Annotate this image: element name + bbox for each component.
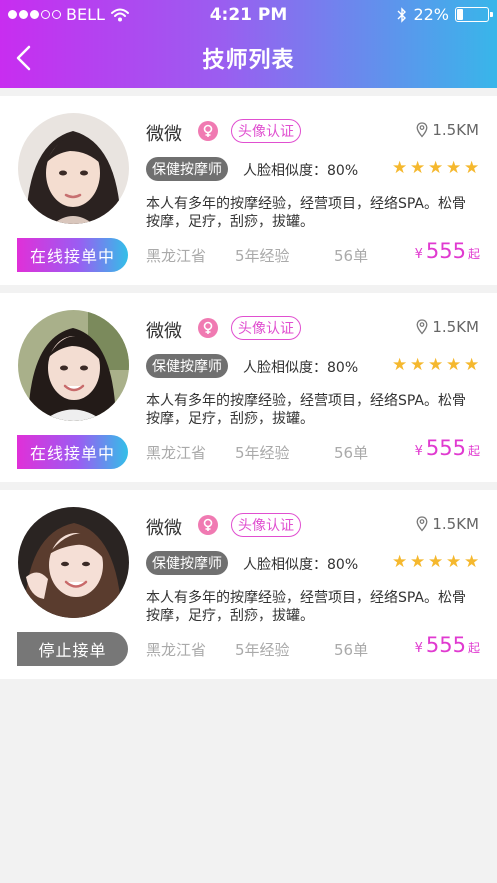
star-icon: ★ [464, 552, 480, 572]
technician-card[interactable]: 在线接单中 微微 头像认证 1.5KM 保健按摩师 人脸相似度：80% ★ ★ ★ ★… [0, 96, 497, 285]
price-currency: ¥ [414, 641, 423, 656]
distance-value: 1.5KM [432, 121, 479, 139]
price: ¥ 555 起 [415, 239, 480, 263]
star-icon: ★ [446, 355, 462, 375]
face-similarity: 人脸相似度：80% [243, 163, 359, 179]
price: ¥ 555 起 [415, 633, 480, 657]
technician-name: 微微 [146, 518, 182, 539]
price-currency: ¥ [414, 247, 423, 262]
technician-description: 本人有多年的按摩经验，经营项目，经络SPA。松骨按摩，足疗，刮痧，拔罐。 [146, 196, 467, 230]
battery-percent: 22% [413, 5, 449, 24]
status-bar-right: 22% [397, 5, 493, 24]
price-suffix: 起 [467, 444, 480, 458]
rating-stars: ★ ★ ★ ★ ★ [392, 355, 480, 375]
star-icon: ★ [428, 355, 444, 375]
technician-description: 本人有多年的按摩经验，经营项目，经络SPA。松骨按摩，足疗，刮痧，拔罐。 [146, 393, 467, 427]
avatar-verified-badge: 头像认证 [231, 513, 301, 537]
experience: 5年经验 [235, 444, 290, 462]
role-badge: 保健按摩师 [146, 551, 228, 575]
technician-card[interactable]: 停止接单 微微 头像认证 1.5KM 保健按摩师 人脸相似度：80% ★ ★ ★ ★ ★… [0, 490, 497, 679]
star-icon: ★ [392, 158, 408, 178]
avatar[interactable] [18, 310, 129, 421]
distance-value: 1.5KM [432, 515, 479, 533]
technician-list: 在线接单中 微微 头像认证 1.5KM 保健按摩师 人脸相似度：80% ★ ★ ★ ★… [0, 96, 497, 687]
distance-value: 1.5KM [432, 318, 479, 336]
technician-name: 微微 [146, 321, 182, 342]
star-icon: ★ [428, 552, 444, 572]
province: 黑龙江省 [146, 444, 207, 462]
star-icon: ★ [392, 552, 408, 572]
face-similarity: 人脸相似度：80% [243, 557, 359, 573]
female-icon [198, 318, 218, 338]
star-icon: ★ [428, 158, 444, 178]
status-bar: BELL 4:21 PM 22% [0, 0, 497, 30]
order-count: 56单 [334, 444, 369, 462]
distance: 1.5KM [416, 318, 479, 336]
star-icon: ★ [392, 355, 408, 375]
avatar[interactable] [18, 507, 129, 618]
experience: 5年经验 [235, 641, 290, 659]
star-icon: ★ [410, 355, 426, 375]
avatar-verified-badge: 头像认证 [231, 119, 301, 143]
order-status-button[interactable]: 在线接单中 [17, 435, 128, 469]
role-badge: 保健按摩师 [146, 157, 228, 181]
bluetooth-icon [397, 6, 407, 23]
location-pin-icon [416, 122, 428, 138]
role-badge: 保健按摩师 [146, 354, 228, 378]
star-icon: ★ [410, 158, 426, 178]
female-icon [198, 515, 218, 535]
order-count: 56单 [334, 247, 369, 265]
star-icon: ★ [446, 552, 462, 572]
avatar[interactable] [18, 113, 129, 224]
distance: 1.5KM [416, 515, 479, 533]
rating-stars: ★ ★ ★ ★ ★ [392, 552, 480, 572]
price-currency: ¥ [414, 444, 423, 459]
price-value: 555 [425, 239, 466, 263]
price-suffix: 起 [467, 247, 480, 261]
price-suffix: 起 [467, 641, 480, 655]
star-icon: ★ [464, 355, 480, 375]
star-icon: ★ [464, 158, 480, 178]
province: 黑龙江省 [146, 247, 207, 265]
location-pin-icon [416, 319, 428, 335]
face-similarity: 人脸相似度：80% [243, 360, 359, 376]
technician-name: 微微 [146, 124, 182, 145]
price-value: 555 [425, 633, 466, 657]
app-header: BELL 4:21 PM 22% 技师列表 [0, 0, 497, 88]
price-value: 555 [425, 436, 466, 460]
order-count: 56单 [334, 641, 369, 659]
star-icon: ★ [410, 552, 426, 572]
star-icon: ★ [446, 158, 462, 178]
experience: 5年经验 [235, 247, 290, 265]
province: 黑龙江省 [146, 641, 207, 659]
price: ¥ 555 起 [415, 436, 480, 460]
battery-icon [455, 7, 493, 22]
avatar-verified-badge: 头像认证 [231, 316, 301, 340]
technician-description: 本人有多年的按摩经验，经营项目，经络SPA。松骨按摩，足疗，刮痧，拔罐。 [146, 590, 467, 624]
female-icon [198, 121, 218, 141]
distance: 1.5KM [416, 121, 479, 139]
page-title: 技师列表 [202, 48, 295, 73]
rating-stars: ★ ★ ★ ★ ★ [392, 158, 480, 178]
location-pin-icon [416, 516, 428, 532]
technician-card[interactable]: 在线接单中 微微 头像认证 1.5KM 保健按摩师 人脸相似度：80% ★ ★ ★ ★… [0, 293, 497, 482]
order-status-button[interactable]: 在线接单中 [17, 238, 128, 272]
navigation-bar: 技师列表 [0, 30, 497, 86]
order-status-button[interactable]: 停止接单 [17, 632, 128, 666]
